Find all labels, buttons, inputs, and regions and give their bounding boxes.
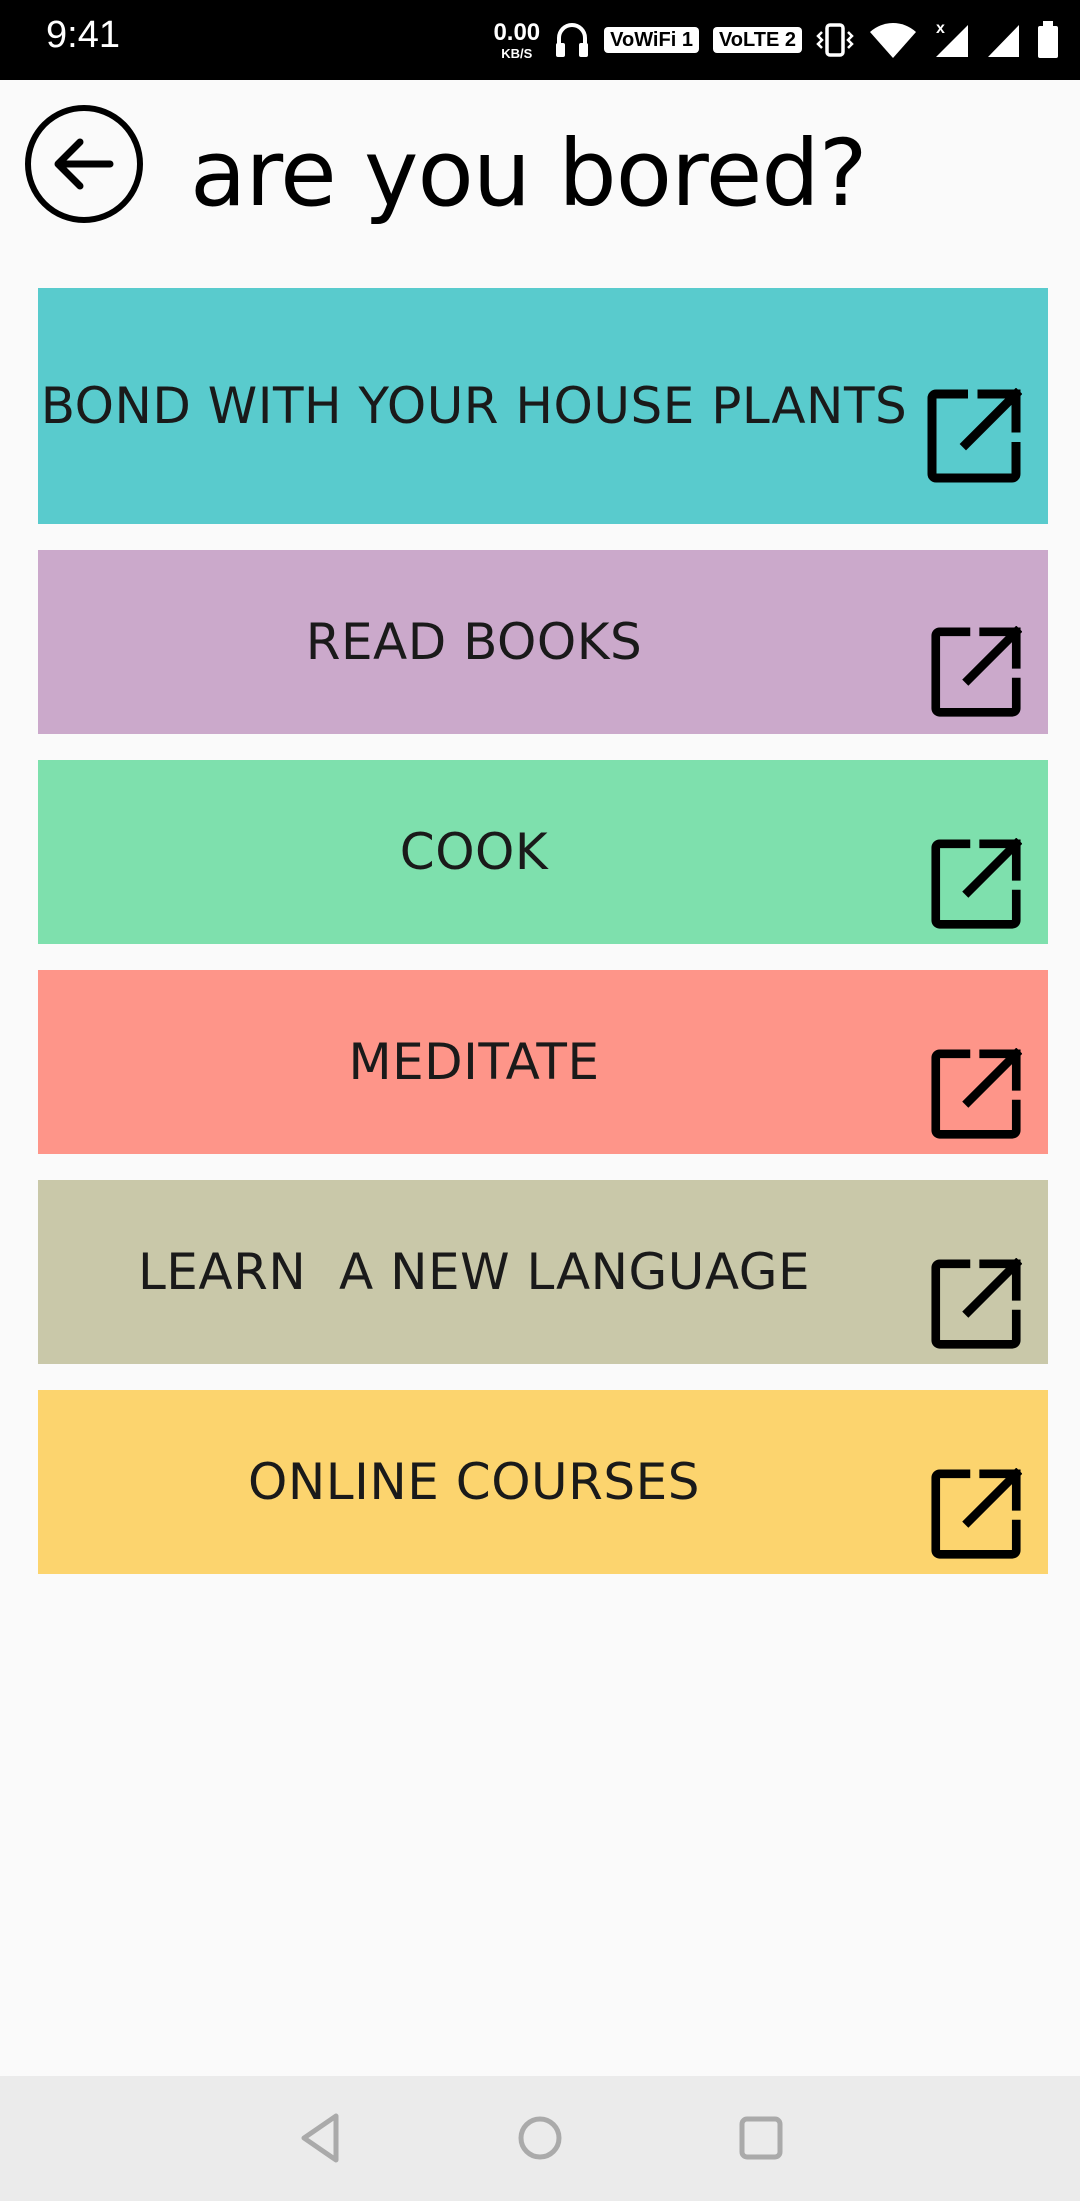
recents-square-icon[interactable] — [731, 2108, 791, 2168]
open-in-new-icon — [931, 1258, 1022, 1349]
open-in-new-icon — [927, 388, 1022, 483]
activity-item-learn-language[interactable]: LEARN A NEW LANGUAGE — [38, 1180, 1048, 1364]
activity-label: BOND WITH YOUR HOUSE PLANTS — [40, 377, 908, 435]
home-circle-icon[interactable] — [510, 2108, 570, 2168]
activity-item-meditate[interactable]: MEDITATE — [38, 970, 1048, 1154]
battery-icon — [1038, 21, 1058, 58]
activity-label: COOK — [399, 823, 549, 881]
svg-text:x: x — [936, 20, 945, 37]
activity-item-online-courses[interactable]: ONLINE COURSES — [38, 1390, 1048, 1574]
signal-icon — [988, 25, 1019, 57]
open-in-new-icon — [931, 626, 1022, 717]
vibrate-icon — [816, 23, 854, 57]
activity-item-house-plants[interactable]: BOND WITH YOUR HOUSE PLANTS — [38, 288, 1048, 524]
app-header: are you bored? — [0, 80, 1080, 280]
activity-item-read-books[interactable]: READ BOOKS — [38, 550, 1048, 734]
status-time: 9:41 — [46, 14, 120, 56]
back-arrow-icon[interactable] — [24, 104, 144, 224]
network-speed-value: 0.00 — [493, 18, 541, 46]
page-title: are you bored? — [190, 120, 868, 227]
activity-label: READ BOOKS — [305, 613, 643, 671]
activity-label: MEDITATE — [348, 1033, 600, 1091]
signal-icon: x — [936, 20, 968, 57]
headphones-icon — [556, 23, 589, 57]
volte-badge: VoLTE 2 — [712, 27, 802, 53]
navigation-bar — [0, 2076, 1080, 2201]
open-in-new-icon — [931, 1048, 1022, 1139]
status-bar: 9:41 0.00 KB/S VoWiFi 1 VoLTE 2 x — [0, 0, 1080, 80]
activity-label: LEARN A NEW LANGUAGE — [137, 1243, 811, 1301]
wifi-icon — [870, 23, 916, 58]
activity-item-cook[interactable]: COOK — [38, 760, 1048, 944]
activity-label: ONLINE COURSES — [248, 1453, 700, 1511]
activity-list: BOND WITH YOUR HOUSE PLANTS READ BOOKS C… — [38, 288, 1048, 1600]
status-icons: 0.00 KB/S VoWiFi 1 VoLTE 2 x — [493, 12, 1060, 68]
open-in-new-icon — [931, 1468, 1022, 1559]
vowifi-badge: VoWiFi 1 — [604, 27, 699, 53]
network-speed-unit: KB/S — [501, 45, 533, 61]
network-speed: 0.00 KB/S — [493, 18, 541, 61]
back-triangle-icon[interactable] — [292, 2108, 352, 2168]
open-in-new-icon — [931, 838, 1022, 929]
